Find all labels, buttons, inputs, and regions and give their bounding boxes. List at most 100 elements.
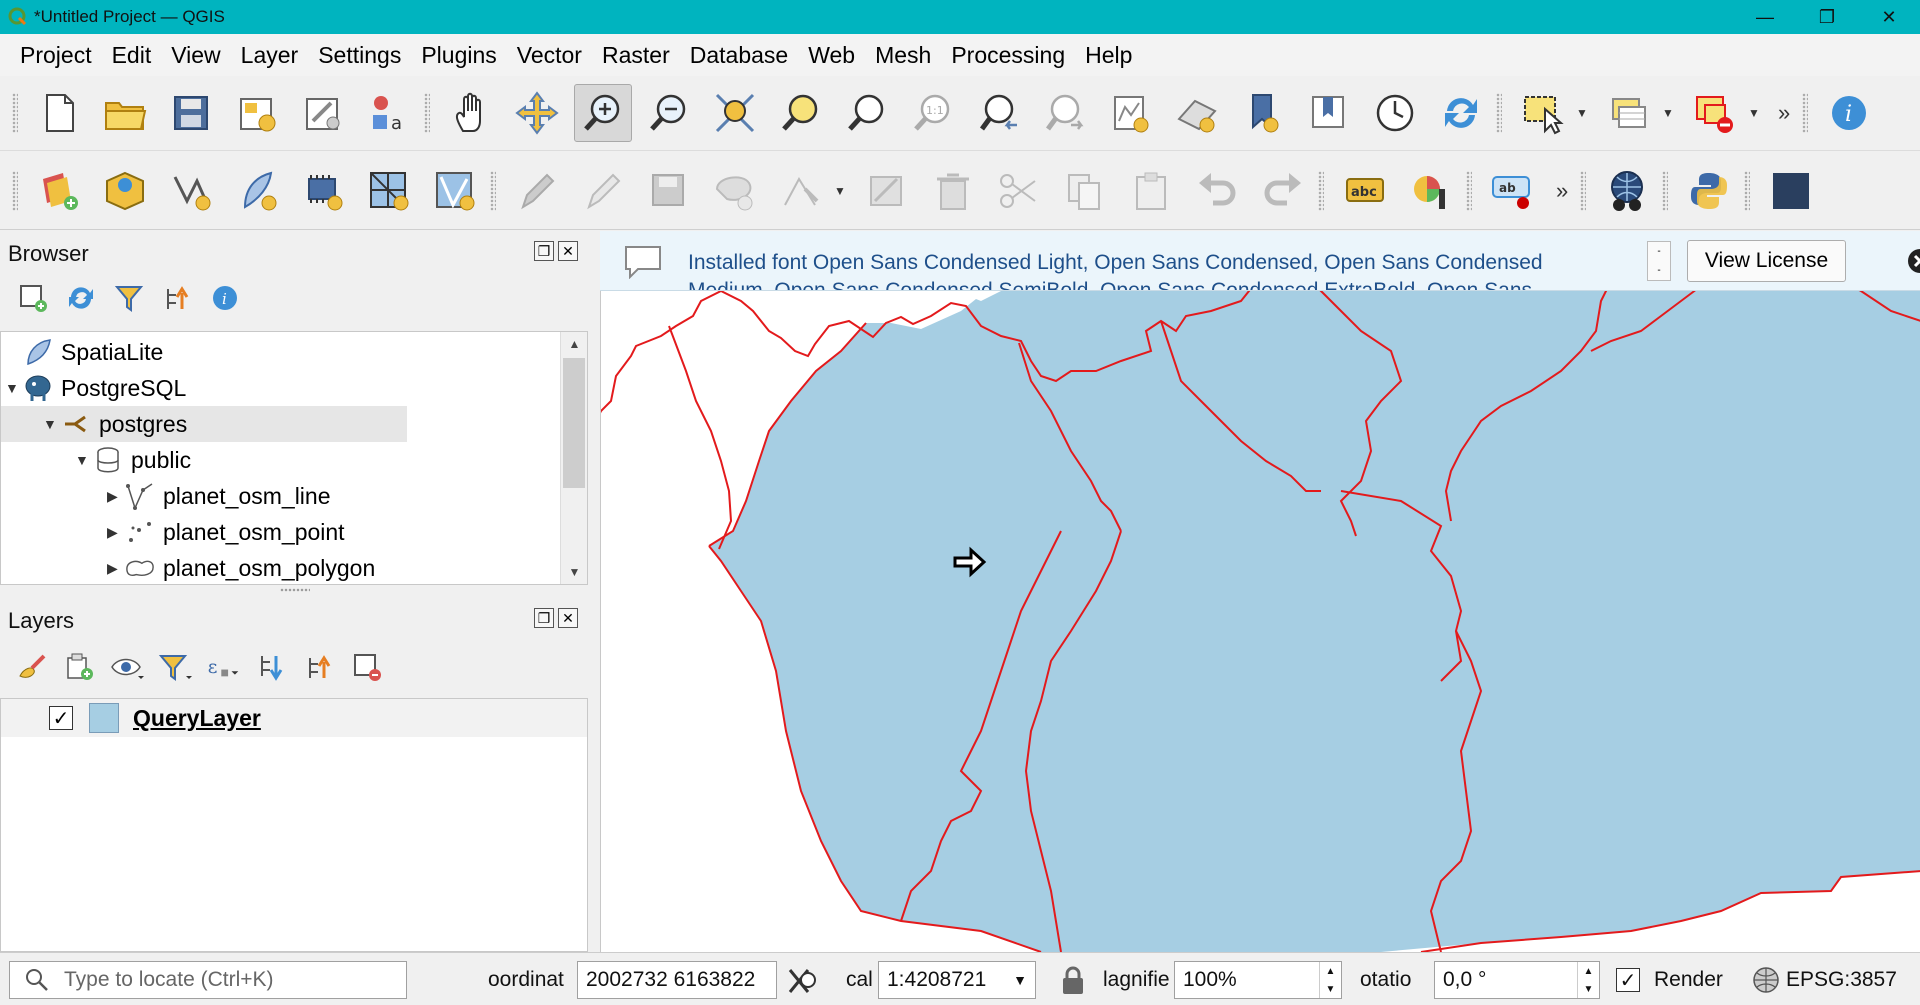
tree-expander[interactable]: ▼ bbox=[43, 416, 61, 432]
print-layout-button[interactable] bbox=[228, 84, 286, 142]
scroll-thumb[interactable] bbox=[563, 358, 585, 488]
new-spatialite-layer-button[interactable] bbox=[228, 162, 286, 220]
menu-layer[interactable]: Layer bbox=[231, 42, 309, 69]
open-attribute-table-button[interactable] bbox=[1600, 84, 1658, 142]
menu-mesh[interactable]: Mesh bbox=[865, 42, 941, 69]
zoom-full-button[interactable] bbox=[706, 84, 764, 142]
toolbar-grip[interactable] bbox=[1744, 170, 1751, 211]
paste-features-button[interactable] bbox=[1122, 162, 1180, 220]
maximize-button[interactable]: ❐ bbox=[1796, 0, 1858, 34]
close-message-icon[interactable] bbox=[1906, 247, 1920, 275]
layer-diagram-button[interactable] bbox=[1402, 162, 1460, 220]
coordinate-field[interactable]: 2002732 6163822 bbox=[577, 961, 777, 999]
attribute-dropdown-arrow[interactable]: ▼ bbox=[1662, 106, 1676, 120]
tree-item-spatialite[interactable]: SpatiaLite bbox=[5, 334, 409, 370]
pan-to-selection-button[interactable] bbox=[508, 84, 566, 142]
zoom-in-button[interactable] bbox=[574, 84, 632, 142]
message-scroll-spinner[interactable]: -- bbox=[1647, 241, 1671, 281]
zoom-native-button[interactable]: 1:1 bbox=[904, 84, 962, 142]
tree-item-postgresql[interactable]: ▼ PostgreSQL bbox=[5, 370, 409, 406]
browser-properties-button[interactable]: i bbox=[208, 281, 242, 315]
toolbar-grip[interactable] bbox=[490, 170, 496, 211]
modify-attributes-button[interactable] bbox=[858, 162, 916, 220]
cut-features-button[interactable] bbox=[990, 162, 1048, 220]
menu-help[interactable]: Help bbox=[1075, 42, 1142, 69]
copy-features-button[interactable] bbox=[1056, 162, 1114, 220]
add-selected-layers-button[interactable] bbox=[16, 281, 50, 315]
rotation-spinbox[interactable]: 0,0 ° ▲ ▼ bbox=[1434, 961, 1600, 999]
vertex-dropdown-arrow[interactable]: ▼ bbox=[834, 184, 848, 198]
collapse-all-layers-button[interactable] bbox=[302, 650, 336, 684]
redo-button[interactable] bbox=[1254, 162, 1312, 220]
new-virtual-layer-button[interactable] bbox=[162, 162, 220, 220]
zoom-last-button[interactable] bbox=[970, 84, 1028, 142]
remove-layer-button[interactable] bbox=[350, 650, 384, 684]
metasearch-button[interactable] bbox=[1598, 162, 1656, 220]
layout-manager-button[interactable] bbox=[294, 84, 352, 142]
render-toggle[interactable]: ✓ Render bbox=[1616, 961, 1723, 999]
tree-item-planet-osm-line[interactable]: ▶ planet_osm_line bbox=[107, 478, 407, 514]
toolbar-grip[interactable] bbox=[12, 170, 18, 211]
magnifier-spinbox[interactable]: 100% ▲ ▼ bbox=[1174, 961, 1342, 999]
menu-plugins[interactable]: Plugins bbox=[411, 42, 506, 69]
new-3d-view-button[interactable] bbox=[1168, 84, 1226, 142]
layers-float-button[interactable]: ❐ bbox=[534, 608, 554, 628]
filter-browser-button[interactable] bbox=[112, 281, 146, 315]
layer-row-querylayer[interactable]: ✓ QueryLayer bbox=[1, 699, 587, 737]
filter-legend-button[interactable] bbox=[158, 650, 192, 684]
new-scratch-layer-button[interactable] bbox=[426, 162, 484, 220]
new-map-view-button[interactable] bbox=[1102, 84, 1160, 142]
select-dropdown-arrow[interactable]: ▼ bbox=[1576, 106, 1590, 120]
new-mesh-layer-button[interactable] bbox=[360, 162, 418, 220]
tree-item-planet-osm-polygon[interactable]: ▶ planet_osm_polygon bbox=[107, 550, 437, 584]
collapse-all-button[interactable] bbox=[160, 281, 194, 315]
menu-view[interactable]: View bbox=[161, 42, 230, 69]
add-polygon-button[interactable] bbox=[706, 162, 764, 220]
new-project-button[interactable] bbox=[30, 84, 88, 142]
pan-map-button[interactable] bbox=[442, 84, 500, 142]
add-group-button[interactable] bbox=[62, 650, 96, 684]
tree-expander[interactable]: ▼ bbox=[75, 452, 93, 468]
zoom-to-selection-button[interactable] bbox=[772, 84, 830, 142]
new-bookmark-button[interactable] bbox=[1234, 84, 1292, 142]
lock-icon[interactable] bbox=[1060, 966, 1086, 996]
menu-project[interactable]: Project bbox=[10, 42, 102, 69]
save-project-button[interactable] bbox=[162, 84, 220, 142]
save-edits-button[interactable] bbox=[640, 162, 698, 220]
magnifier-spin-arrows[interactable]: ▲ ▼ bbox=[1319, 962, 1341, 998]
help-contents-button[interactable]: i bbox=[1820, 84, 1878, 142]
layer-styling-button[interactable] bbox=[14, 650, 48, 684]
current-edits-button[interactable] bbox=[508, 162, 566, 220]
scale-combobox[interactable]: 1:4208721 ▼ bbox=[878, 961, 1036, 999]
browser-float-button[interactable]: ❐ bbox=[534, 241, 554, 261]
tree-item-postgres-connection[interactable]: ▼ postgres bbox=[1, 406, 407, 442]
select-features-button[interactable] bbox=[1514, 84, 1572, 142]
view-license-button[interactable]: View License bbox=[1687, 240, 1846, 282]
toolbar-grip[interactable] bbox=[424, 93, 430, 133]
expand-all-button[interactable] bbox=[254, 650, 288, 684]
crs-button[interactable]: EPSG:3857 bbox=[1752, 961, 1897, 999]
zoom-next-button[interactable] bbox=[1036, 84, 1094, 142]
delete-selected-button[interactable] bbox=[924, 162, 982, 220]
show-bookmarks-button[interactable] bbox=[1300, 84, 1358, 142]
layer-labeling-button[interactable]: abc bbox=[1336, 162, 1394, 220]
render-checkbox[interactable]: ✓ bbox=[1616, 968, 1640, 992]
manage-map-themes-button[interactable] bbox=[110, 650, 144, 684]
zoom-out-button[interactable] bbox=[640, 84, 698, 142]
toggle-editing-button[interactable] bbox=[574, 162, 632, 220]
tree-item-planet-osm-point[interactable]: ▶ planet_osm_point bbox=[107, 514, 407, 550]
open-project-button[interactable] bbox=[96, 84, 154, 142]
mouse-coordinate-toggle-icon[interactable] bbox=[786, 966, 820, 996]
minimize-button[interactable]: — bbox=[1734, 0, 1796, 34]
menu-vector[interactable]: Vector bbox=[507, 42, 592, 69]
layers-close-button[interactable]: ✕ bbox=[558, 608, 578, 628]
toolbar-grip[interactable] bbox=[1318, 170, 1324, 211]
rotation-spin-arrows[interactable]: ▲ ▼ bbox=[1577, 962, 1599, 998]
menu-processing[interactable]: Processing bbox=[941, 42, 1075, 69]
new-geopackage-layer-button[interactable] bbox=[96, 162, 154, 220]
deselect-dropdown-arrow[interactable]: ▼ bbox=[1748, 106, 1762, 120]
splitter-handle[interactable] bbox=[280, 588, 310, 592]
undo-button[interactable] bbox=[1188, 162, 1246, 220]
browser-close-button[interactable]: ✕ bbox=[558, 241, 578, 261]
tree-item-public-schema[interactable]: ▼ public bbox=[75, 442, 405, 478]
